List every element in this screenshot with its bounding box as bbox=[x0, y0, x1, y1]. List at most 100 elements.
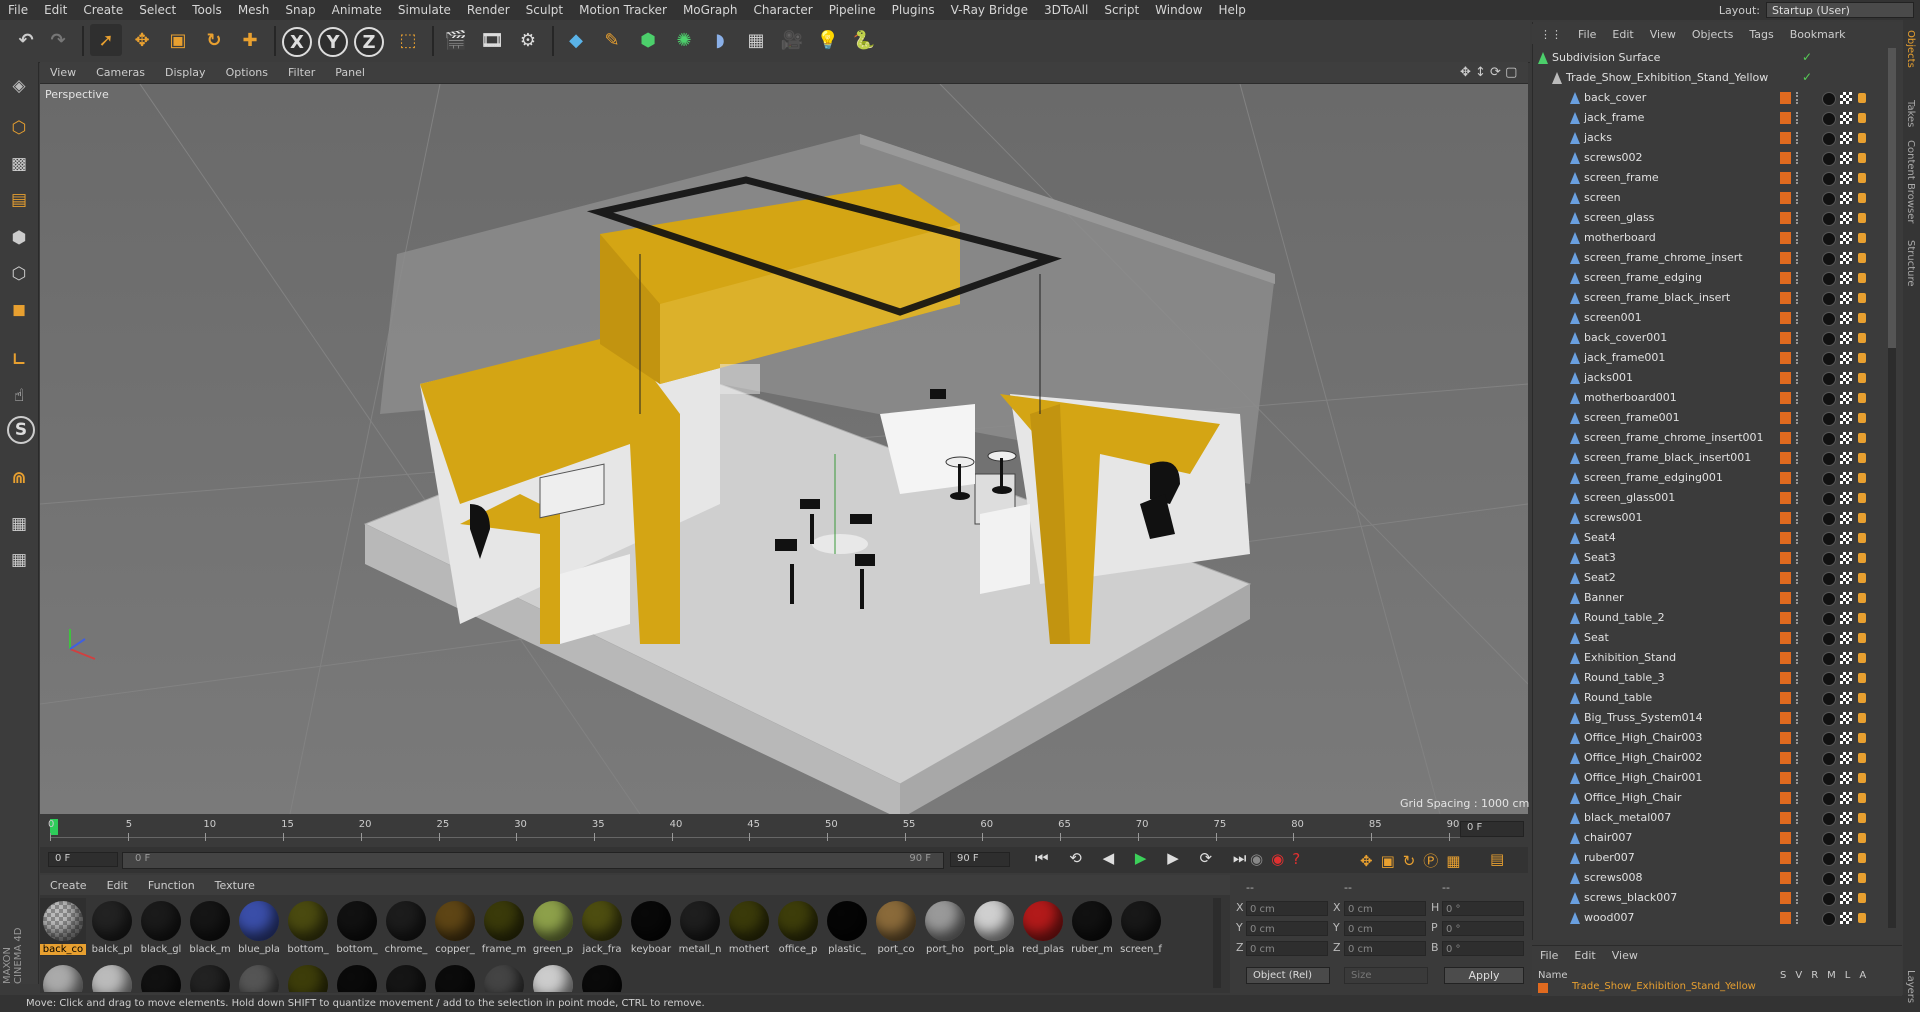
menu-3dtoall[interactable]: 3DToAll bbox=[1036, 3, 1096, 17]
material-menu-create[interactable]: Create bbox=[40, 879, 97, 892]
menu-script[interactable]: Script bbox=[1096, 3, 1147, 17]
coord-rotation-field[interactable]: 0 ° bbox=[1442, 921, 1524, 936]
visibility-dots-icon[interactable] bbox=[1796, 692, 1802, 704]
menu-pipeline[interactable]: Pipeline bbox=[821, 3, 884, 17]
side-tab-content-browser[interactable]: Content Browser bbox=[1905, 140, 1916, 223]
object-row[interactable]: Exhibition_Stand bbox=[1532, 648, 1902, 668]
texture-tag-icon[interactable] bbox=[1840, 292, 1852, 304]
visibility-dots-icon[interactable] bbox=[1796, 652, 1802, 664]
texture-tag-icon[interactable] bbox=[1840, 892, 1852, 904]
phong-tag-icon[interactable] bbox=[1858, 813, 1866, 823]
material-swatch[interactable]: port_ho bbox=[922, 898, 968, 956]
object-row[interactable]: jack_frame001 bbox=[1532, 348, 1902, 368]
material-tag-icon[interactable] bbox=[1822, 732, 1836, 746]
texture-tag-icon[interactable] bbox=[1840, 232, 1852, 244]
visibility-dots-icon[interactable] bbox=[1796, 712, 1802, 724]
cube-icon[interactable]: ◆ bbox=[560, 24, 592, 56]
material-swatch[interactable] bbox=[187, 962, 233, 992]
texture-tag-icon[interactable] bbox=[1840, 432, 1852, 444]
side-tab-layers[interactable]: Layers bbox=[1905, 970, 1916, 1003]
material-tag-icon[interactable] bbox=[1822, 132, 1836, 146]
snap-button[interactable]: S bbox=[7, 416, 35, 444]
coord-rotation-field[interactable]: 0 ° bbox=[1442, 901, 1524, 916]
menu-sculpt[interactable]: Sculpt bbox=[518, 3, 571, 17]
menu-mesh[interactable]: Mesh bbox=[230, 3, 278, 17]
visibility-dots-icon[interactable] bbox=[1796, 592, 1802, 604]
visibility-dots-icon[interactable] bbox=[1796, 92, 1802, 104]
checkmark-icon[interactable]: ✓ bbox=[1802, 50, 1812, 64]
object-menu-tags[interactable]: Tags bbox=[1741, 28, 1781, 41]
texture-tag-icon[interactable] bbox=[1840, 352, 1852, 364]
phong-tag-icon[interactable] bbox=[1858, 533, 1866, 543]
coord-position-field[interactable]: 0 cm bbox=[1246, 921, 1328, 936]
object-row[interactable]: Round_table bbox=[1532, 688, 1902, 708]
coord-position-field[interactable]: 0 cm bbox=[1246, 941, 1328, 956]
object-row[interactable]: back_cover001 bbox=[1532, 328, 1902, 348]
object-row[interactable]: screws002 bbox=[1532, 148, 1902, 168]
phong-tag-icon[interactable] bbox=[1858, 133, 1866, 143]
frame-range-slider[interactable]: 0 F 90 F bbox=[122, 852, 944, 869]
layer-row[interactable]: Trade_Show_Exhibition_Stand_Yellow bbox=[1572, 981, 1756, 992]
z-axis-button[interactable]: Z bbox=[354, 27, 384, 57]
object-row[interactable]: Subdivision Surface ✓ bbox=[1532, 48, 1902, 68]
layer-menu-edit[interactable]: Edit bbox=[1566, 949, 1603, 962]
apply-button[interactable]: Apply bbox=[1444, 967, 1524, 984]
visibility-dots-icon[interactable] bbox=[1796, 632, 1802, 644]
make-editable-icon[interactable]: ◈ bbox=[3, 70, 35, 102]
material-tag-icon[interactable] bbox=[1822, 452, 1836, 466]
material-swatch[interactable] bbox=[89, 962, 135, 992]
playback-controls[interactable]: ⏮ ⟲ ◀ ▶ ▶ ⟳ ⏭ bbox=[1035, 849, 1254, 867]
scale-tool-icon[interactable]: ▣ bbox=[162, 24, 194, 56]
visibility-dots-icon[interactable] bbox=[1796, 812, 1802, 824]
current-frame-field[interactable]: 0 F bbox=[1460, 821, 1524, 837]
object-menu-file[interactable]: File bbox=[1570, 28, 1604, 41]
visibility-dots-icon[interactable] bbox=[1796, 532, 1802, 544]
texture-tag-icon[interactable] bbox=[1840, 272, 1852, 284]
texture-tag-icon[interactable] bbox=[1840, 392, 1852, 404]
menu-v-ray-bridge[interactable]: V-Ray Bridge bbox=[943, 3, 1036, 17]
phong-tag-icon[interactable] bbox=[1858, 113, 1866, 123]
layer-column-m[interactable]: M bbox=[1827, 970, 1836, 981]
material-swatch[interactable]: jack_fra bbox=[579, 898, 625, 956]
texture-tag-icon[interactable] bbox=[1840, 532, 1852, 544]
phong-tag-icon[interactable] bbox=[1858, 593, 1866, 603]
object-row[interactable]: screen_glass bbox=[1532, 208, 1902, 228]
material-swatch[interactable] bbox=[285, 962, 331, 992]
coord-rotation-field[interactable]: 0 ° bbox=[1442, 941, 1524, 956]
visibility-dots-icon[interactable] bbox=[1796, 892, 1802, 904]
material-tag-icon[interactable] bbox=[1822, 652, 1836, 666]
visibility-dots-icon[interactable] bbox=[1796, 232, 1802, 244]
phong-tag-icon[interactable] bbox=[1858, 873, 1866, 883]
texture-tag-icon[interactable] bbox=[1840, 752, 1852, 764]
viewport-menu-cameras[interactable]: Cameras bbox=[86, 66, 155, 79]
material-tag-icon[interactable] bbox=[1822, 372, 1836, 386]
object-row[interactable]: screen_frame_chrome_insert bbox=[1532, 248, 1902, 268]
phong-tag-icon[interactable] bbox=[1858, 653, 1866, 663]
phong-tag-icon[interactable] bbox=[1858, 773, 1866, 783]
checkmark-icon[interactable]: ✓ bbox=[1802, 70, 1812, 84]
material-tag-icon[interactable] bbox=[1822, 772, 1836, 786]
visibility-dots-icon[interactable] bbox=[1796, 512, 1802, 524]
material-swatch[interactable] bbox=[138, 962, 184, 992]
material-tag-icon[interactable] bbox=[1822, 272, 1836, 286]
material-swatch[interactable]: port_pla bbox=[971, 898, 1017, 956]
material-tag-icon[interactable] bbox=[1822, 872, 1836, 886]
material-tag-icon[interactable] bbox=[1822, 432, 1836, 446]
phong-tag-icon[interactable] bbox=[1858, 393, 1866, 403]
material-swatch[interactable] bbox=[530, 962, 576, 992]
menu-mograph[interactable]: MoGraph bbox=[675, 3, 746, 17]
phong-tag-icon[interactable] bbox=[1858, 613, 1866, 623]
texture-tag-icon[interactable] bbox=[1840, 412, 1852, 424]
size-dropdown[interactable]: Size bbox=[1344, 967, 1428, 984]
visibility-dots-icon[interactable] bbox=[1796, 872, 1802, 884]
light-icon[interactable]: 💡 bbox=[812, 24, 844, 56]
texture-tag-icon[interactable] bbox=[1840, 872, 1852, 884]
visibility-dots-icon[interactable] bbox=[1796, 552, 1802, 564]
material-tag-icon[interactable] bbox=[1822, 852, 1836, 866]
material-tag-icon[interactable] bbox=[1822, 412, 1836, 426]
material-tag-icon[interactable] bbox=[1822, 312, 1836, 326]
texture-tag-icon[interactable] bbox=[1840, 452, 1852, 464]
object-row[interactable]: Office_High_Chair003 bbox=[1532, 728, 1902, 748]
visibility-dots-icon[interactable] bbox=[1796, 792, 1802, 804]
material-tag-icon[interactable] bbox=[1822, 212, 1836, 226]
